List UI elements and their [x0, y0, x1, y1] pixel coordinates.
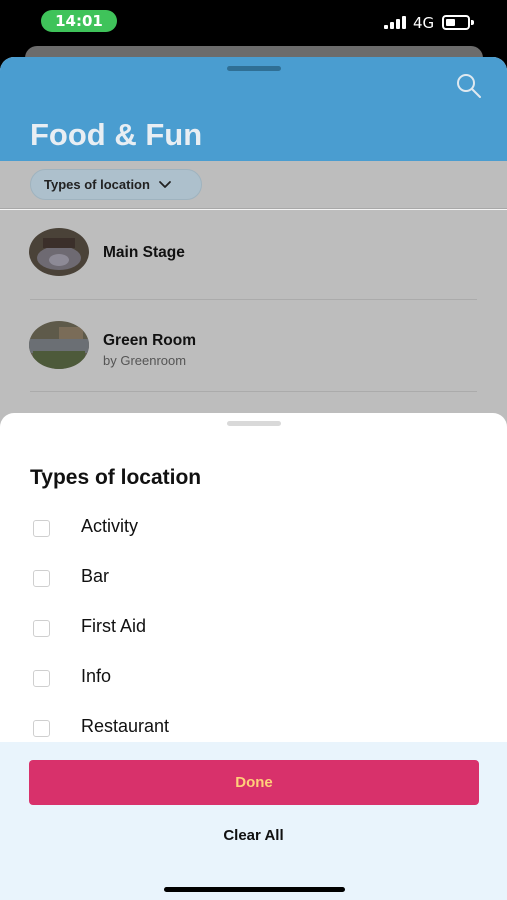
list-item[interactable]: Main Stage: [0, 210, 507, 295]
status-bar: 14:01 4G: [0, 0, 507, 44]
sheet-grabber[interactable]: [227, 421, 281, 426]
filter-row: Types of location: [0, 161, 507, 209]
home-indicator: [164, 887, 345, 892]
signal-icon: [384, 15, 406, 29]
option-label: Restaurant: [81, 716, 170, 736]
location-thumbnail: [29, 321, 89, 369]
option-activity[interactable]: Activity: [0, 508, 507, 552]
option-label: Bar: [81, 566, 110, 586]
divider: [30, 391, 477, 392]
checkbox[interactable]: [33, 670, 50, 687]
done-button[interactable]: Done: [29, 760, 479, 805]
location-thumbnail: [29, 228, 89, 276]
list-item-name: Green Room: [103, 332, 197, 349]
checkbox[interactable]: [33, 570, 50, 587]
search-icon[interactable]: [455, 72, 483, 100]
list-item-subtitle: by Greenroom: [103, 353, 187, 368]
types-of-location-filter[interactable]: Types of location: [30, 169, 202, 200]
option-label: Info: [81, 666, 112, 686]
checkbox[interactable]: [33, 720, 50, 737]
divider: [30, 299, 477, 300]
status-time: 14:01: [41, 10, 117, 32]
checkbox[interactable]: [33, 520, 50, 537]
chevron-down-icon: [159, 180, 171, 188]
filter-chip-label: Types of location: [44, 177, 150, 192]
clear-all-button[interactable]: Clear All: [190, 824, 317, 848]
app-grabber[interactable]: [227, 66, 281, 71]
page-title: Food & Fun: [30, 117, 203, 152]
option-label: Activity: [81, 516, 139, 536]
battery-icon: [442, 15, 474, 30]
option-bar[interactable]: Bar: [0, 558, 507, 602]
sheet-actions: Done Clear All: [0, 742, 507, 900]
list-item[interactable]: Green Room by Greenroom: [0, 302, 507, 387]
network-type: 4G: [413, 14, 435, 32]
option-info[interactable]: Info: [0, 658, 507, 702]
option-first-aid[interactable]: First Aid: [0, 608, 507, 652]
sheet-title: Types of location: [30, 466, 202, 489]
app-header: Food & Fun: [0, 57, 507, 161]
option-label: First Aid: [81, 616, 147, 636]
checkbox[interactable]: [33, 620, 50, 637]
list-item-name: Main Stage: [103, 244, 185, 261]
